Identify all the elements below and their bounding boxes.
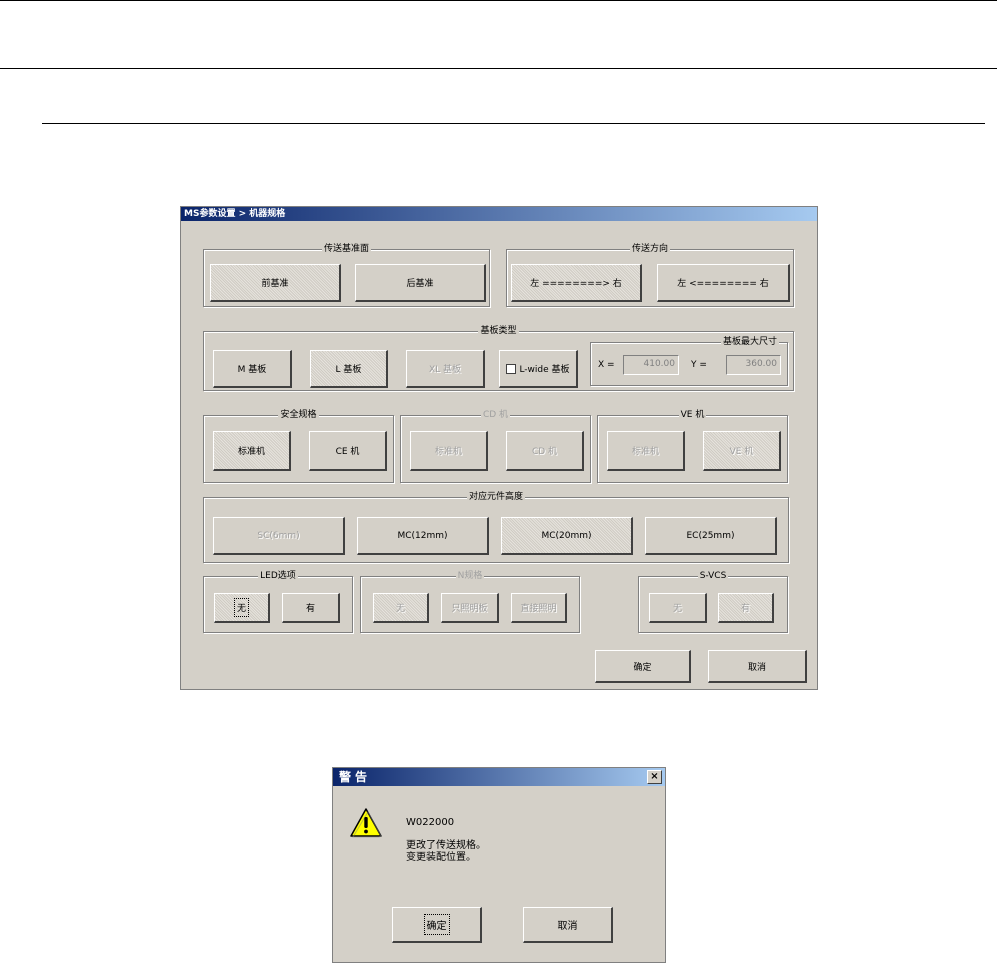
height-sc-button[interactable]: SC(6mm) xyxy=(213,517,345,555)
close-icon[interactable]: × xyxy=(647,770,662,784)
xl-board-button[interactable]: XL 基板 xyxy=(406,350,485,388)
header-rule xyxy=(0,0,997,1)
section-rule xyxy=(0,68,997,69)
group-label: 传送基准面 xyxy=(321,244,371,254)
group-label: VE 机 xyxy=(678,410,707,420)
group-label: N规格 xyxy=(455,571,485,581)
group-label: 传送方向 xyxy=(629,244,670,254)
svcs-yes-button[interactable]: 有 xyxy=(718,593,774,623)
machine-spec-window: MS参数设置 > 机器规格 传送基准面 前基准 后基准 传送方向 左 =====… xyxy=(180,206,818,690)
board-max-size-group: 基板最大尺寸 X = 410.00 Y = 360.00 xyxy=(590,337,788,386)
safety-standard-button[interactable]: 标准机 xyxy=(213,431,291,471)
y-label: Y = xyxy=(691,360,707,370)
cd-machine-button[interactable]: CD 机 xyxy=(506,431,584,471)
max-y-field[interactable]: 360.00 xyxy=(726,355,781,375)
n-none-button[interactable]: 无 xyxy=(373,593,429,623)
group-label: 安全规格 xyxy=(278,410,319,420)
warning-triangle-icon xyxy=(350,808,382,838)
front-reference-button[interactable]: 前基准 xyxy=(210,264,341,302)
message-line-2: 变更装配位置。 xyxy=(406,852,476,863)
group-label: CD 机 xyxy=(480,410,511,420)
ve-machine-button[interactable]: VE 机 xyxy=(703,431,781,471)
cd-standard-button[interactable]: 标准机 xyxy=(410,431,488,471)
ve-machine-group: VE 机 标准机 VE 机 xyxy=(597,410,788,483)
message-line-1: 更改了传送规格。 xyxy=(406,840,486,851)
height-mc12-button[interactable]: MC(12mm) xyxy=(357,517,489,555)
group-label: 基板最大尺寸 xyxy=(720,337,779,347)
led-none-button[interactable]: 无 xyxy=(214,593,270,623)
group-label: 基板类型 xyxy=(478,326,519,336)
group-label: LED选项 xyxy=(258,571,298,581)
right-to-left-button[interactable]: 左 <======== 右 xyxy=(657,264,790,302)
transfer-direction-group: 传送方向 左 ========> 右 左 <======== 右 xyxy=(506,244,794,307)
led-option-group: LED选项 无 有 xyxy=(203,571,353,633)
window-title: MS参数设置 > 机器规格 xyxy=(181,207,817,221)
cancel-button[interactable]: 取消 xyxy=(708,650,807,683)
led-yes-button[interactable]: 有 xyxy=(282,593,340,623)
height-ec-button[interactable]: EC(25mm) xyxy=(645,517,777,555)
n-board-light-button[interactable]: 只照明板 xyxy=(441,593,499,623)
height-mc20-button[interactable]: MC(20mm) xyxy=(501,517,633,555)
warning-dialog: 警告 × W022000 更改了传送规格。 变更装配位置。 确定 取消 xyxy=(332,767,666,963)
ok-button[interactable]: 确定 xyxy=(595,650,691,683)
l-wide-checkbox[interactable] xyxy=(506,363,517,374)
svcs-none-button[interactable]: 无 xyxy=(649,593,707,623)
component-height-group: 对应元件高度 SC(6mm) MC(12mm) MC(20mm) EC(25mm… xyxy=(203,492,789,563)
n-direct-light-button[interactable]: 直接照明 xyxy=(511,593,567,623)
group-label: S-VCS xyxy=(697,571,729,581)
board-type-group: 基板类型 M 基板 L 基板 XL 基板 L-wide 基板 基板最大尺寸 X … xyxy=(203,326,794,391)
x-label: X = xyxy=(598,360,615,370)
group-label: 对应元件高度 xyxy=(466,492,525,502)
safety-spec-group: 安全规格 标准机 CE 机 xyxy=(203,410,394,483)
subsection-rule xyxy=(42,123,985,124)
dialog-cancel-button[interactable]: 取消 xyxy=(523,907,613,943)
l-board-button[interactable]: L 基板 xyxy=(310,350,388,388)
ce-machine-button[interactable]: CE 机 xyxy=(309,431,387,471)
max-x-field[interactable]: 410.00 xyxy=(623,355,679,375)
transfer-reference-group: 传送基准面 前基准 后基准 xyxy=(203,244,490,307)
l-wide-board-button[interactable]: L-wide 基板 xyxy=(499,350,578,388)
message-code: W022000 xyxy=(406,817,455,828)
dialog-ok-button[interactable]: 确定 xyxy=(392,907,482,943)
cd-machine-group: CD 机 标准机 CD 机 xyxy=(400,410,591,483)
n-spec-group: N规格 无 只照明板 直接照明 xyxy=(360,571,580,633)
s-vcs-group: S-VCS 无 有 xyxy=(638,571,788,633)
left-to-right-button[interactable]: 左 ========> 右 xyxy=(511,264,642,302)
rear-reference-button[interactable]: 后基准 xyxy=(355,264,486,302)
ve-standard-button[interactable]: 标准机 xyxy=(607,431,685,471)
m-board-button[interactable]: M 基板 xyxy=(213,350,292,388)
dialog-title: 警告 xyxy=(339,770,372,784)
